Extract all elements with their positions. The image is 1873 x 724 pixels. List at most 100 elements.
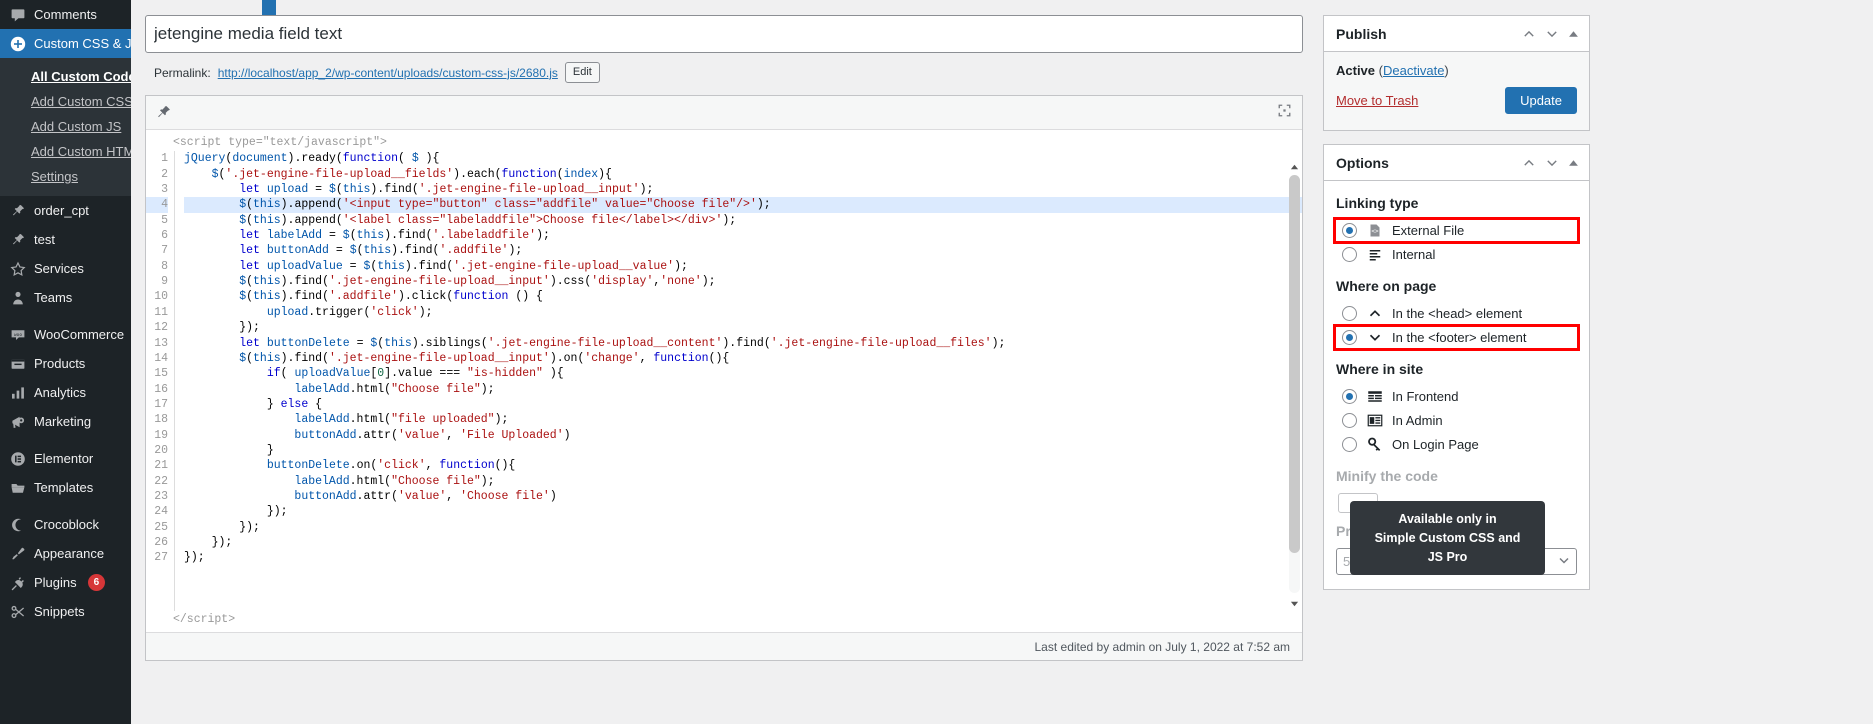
radio-button[interactable]	[1342, 223, 1357, 238]
sidebar-item-label: Comments	[34, 7, 97, 22]
code-line[interactable]: }	[184, 443, 1302, 458]
radio-option-label: In the <head> element	[1392, 306, 1523, 321]
scroll-up-icon[interactable]	[1290, 162, 1299, 171]
radio-option-in-the-head-element[interactable]: In the <head> element	[1336, 303, 1577, 324]
publish-body: Active (Deactivate) Move to Trash Update	[1324, 52, 1589, 130]
code-line[interactable]: $(this).append('<input type="button" cla…	[184, 197, 1302, 213]
options-handle-actions	[1522, 156, 1579, 170]
bar-chart-icon	[9, 384, 27, 402]
scroll-down-icon[interactable]	[1290, 598, 1299, 607]
publish-header: Publish	[1324, 16, 1589, 52]
order-down-icon[interactable]	[1545, 27, 1559, 41]
code-line[interactable]: });	[184, 535, 1302, 550]
submenu-item-settings[interactable]: Settings	[0, 164, 131, 189]
code-line[interactable]: } else {	[184, 397, 1302, 412]
code-line[interactable]: labelAdd.html("Choose file");	[184, 382, 1302, 397]
radio-option-in-frontend[interactable]: In Frontend	[1336, 386, 1577, 407]
radio-option-on-login-page[interactable]: On Login Page	[1336, 434, 1577, 455]
codemirror[interactable]: 1 2 3 4 5 6 7 8 9 10 11 12 13 14 15 16 17 18 19 20 21 22 23 24 2…	[146, 151, 1302, 612]
code-line[interactable]: });	[184, 504, 1302, 519]
code-line[interactable]: $(this).append('<label class="labeladdfi…	[184, 213, 1302, 228]
edit-permalink-button[interactable]: Edit	[564, 62, 600, 84]
line-number: 5	[161, 213, 168, 227]
post-title-input[interactable]	[145, 15, 1303, 53]
sidebar-item-comments[interactable]: Comments	[0, 0, 131, 29]
publish-postbox: Publish Active (Deactivate) Move to Tras…	[1323, 15, 1590, 131]
order-up-icon[interactable]	[1522, 27, 1536, 41]
code-line[interactable]: $(this).find('.addfile').click(function …	[184, 289, 1302, 304]
submenu-item-add-custom-css[interactable]: Add Custom CSS	[0, 89, 131, 114]
code-line[interactable]: upload.trigger('click');	[184, 305, 1302, 320]
code-line[interactable]: labelAdd.html("Choose file");	[184, 474, 1302, 489]
sidebar-item-woocommerce[interactable]: woo WooCommerce	[0, 320, 131, 349]
code-line[interactable]: let buttonAdd = $(this).find('.addfile')…	[184, 243, 1302, 258]
code-line[interactable]: let labelAdd = $(this).find('.labeladdfi…	[184, 228, 1302, 243]
radio-button[interactable]	[1342, 330, 1357, 345]
code-text[interactable]: jQuery(document).ready(function( $ ){ $(…	[175, 151, 1302, 611]
sidebar-item-custom-css-js[interactable]: Custom CSS & JS	[0, 29, 131, 58]
line-number: 10	[154, 290, 168, 304]
sidebar-item-plugins[interactable]: Plugins 6	[0, 568, 131, 597]
sidebar-item-label: Snippets	[34, 604, 85, 619]
deactivate-link[interactable]: Deactivate	[1383, 63, 1444, 78]
code-scrollbar-thumb[interactable]	[1289, 175, 1300, 554]
submenu-item-add-custom-js[interactable]: Add Custom JS	[0, 114, 131, 139]
sidebar-item-analytics[interactable]: Analytics	[0, 378, 131, 407]
radio-option-internal[interactable]: Internal	[1336, 244, 1577, 265]
sidebar-item-templates[interactable]: Templates	[0, 473, 131, 502]
sidebar-item-elementor[interactable]: Elementor	[0, 444, 131, 473]
submenu-item-add-custom-html[interactable]: Add Custom HTML	[0, 139, 131, 164]
order-up-icon[interactable]	[1522, 156, 1536, 170]
radio-button[interactable]	[1342, 389, 1357, 404]
sidebar-item-products[interactable]: Products	[0, 349, 131, 378]
sidebar-item-appearance[interactable]: Appearance	[0, 539, 131, 568]
line-number: 2	[161, 167, 168, 181]
sidebar-item-crocoblock[interactable]: Crocoblock	[0, 510, 131, 539]
radio-option-external-file[interactable]: <> External File	[1333, 217, 1580, 244]
radio-option-in-admin[interactable]: In Admin	[1336, 410, 1577, 431]
permalink-link[interactable]: http://localhost/app_2/wp-content/upload…	[218, 66, 558, 80]
code-line[interactable]: $('.jet-engine-file-upload__fields').eac…	[184, 167, 1302, 182]
permalink-row: Permalink: http://localhost/app_2/wp-con…	[145, 62, 1303, 84]
line-number: 9	[161, 275, 168, 289]
radio-button[interactable]	[1342, 247, 1357, 262]
sidebar-item-label: Elementor	[34, 451, 94, 466]
sidebar-item-marketing[interactable]: Marketing	[0, 407, 131, 436]
sidebar-item-services[interactable]: Services	[0, 254, 131, 283]
code-line[interactable]: });	[184, 520, 1302, 535]
code-line[interactable]: if( uploadValue[0].value === "is-hidden"…	[184, 366, 1302, 381]
order-down-icon[interactable]	[1545, 156, 1559, 170]
radio-button[interactable]	[1342, 306, 1357, 321]
code-line[interactable]: labelAdd.html("file uploaded");	[184, 412, 1302, 427]
move-to-trash-link[interactable]: Move to Trash	[1336, 93, 1418, 108]
code-line[interactable]: });	[184, 550, 1302, 565]
code-line[interactable]: buttonAdd.attr('value', 'File Uploaded')	[184, 428, 1302, 443]
sidebar-item-label: Teams	[34, 290, 73, 305]
custom-css-js-submenu: All Custom Code Add Custom CSS Add Custom …	[0, 58, 131, 196]
code-line[interactable]: let buttonDelete = $(this).siblings('.je…	[184, 336, 1302, 351]
toggle-panel-icon[interactable]	[1568, 157, 1579, 168]
submenu-item-all-custom-code[interactable]: All Custom Code	[0, 64, 131, 89]
toggle-panel-icon[interactable]	[1568, 28, 1579, 39]
code-line[interactable]: buttonAdd.attr('value', 'Choose file')	[184, 489, 1302, 504]
line-number: 24	[154, 505, 168, 519]
code-line[interactable]: });	[184, 320, 1302, 335]
sidebar-item-snippets[interactable]: Snippets	[0, 597, 131, 626]
code-line[interactable]: $(this).find('.jet-engine-file-upload__i…	[184, 351, 1302, 366]
update-button[interactable]: Update	[1505, 87, 1577, 114]
sidebar-item-order-cpt[interactable]: order_cpt	[0, 196, 131, 225]
code-line[interactable]: jQuery(document).ready(function( $ ){	[184, 151, 1302, 166]
radio-button[interactable]	[1342, 437, 1357, 452]
line-number: 15	[154, 367, 168, 381]
user-icon	[9, 289, 27, 307]
code-line[interactable]: let upload = $(this).find('.jet-engine-f…	[184, 182, 1302, 197]
radio-button[interactable]	[1342, 413, 1357, 428]
fullscreen-expand-icon[interactable]	[1277, 103, 1292, 123]
code-line[interactable]: let uploadValue = $(this).find('.jet-eng…	[184, 259, 1302, 274]
code-line[interactable]: buttonDelete.on('click', function(){	[184, 458, 1302, 473]
code-line[interactable]: $(this).find('.jet-engine-file-upload__i…	[184, 274, 1302, 289]
pin-icon[interactable]	[155, 104, 172, 121]
radio-option-in-the-footer-element[interactable]: In the <footer> element	[1333, 324, 1580, 351]
sidebar-item-test[interactable]: test	[0, 225, 131, 254]
sidebar-item-teams[interactable]: Teams	[0, 283, 131, 312]
